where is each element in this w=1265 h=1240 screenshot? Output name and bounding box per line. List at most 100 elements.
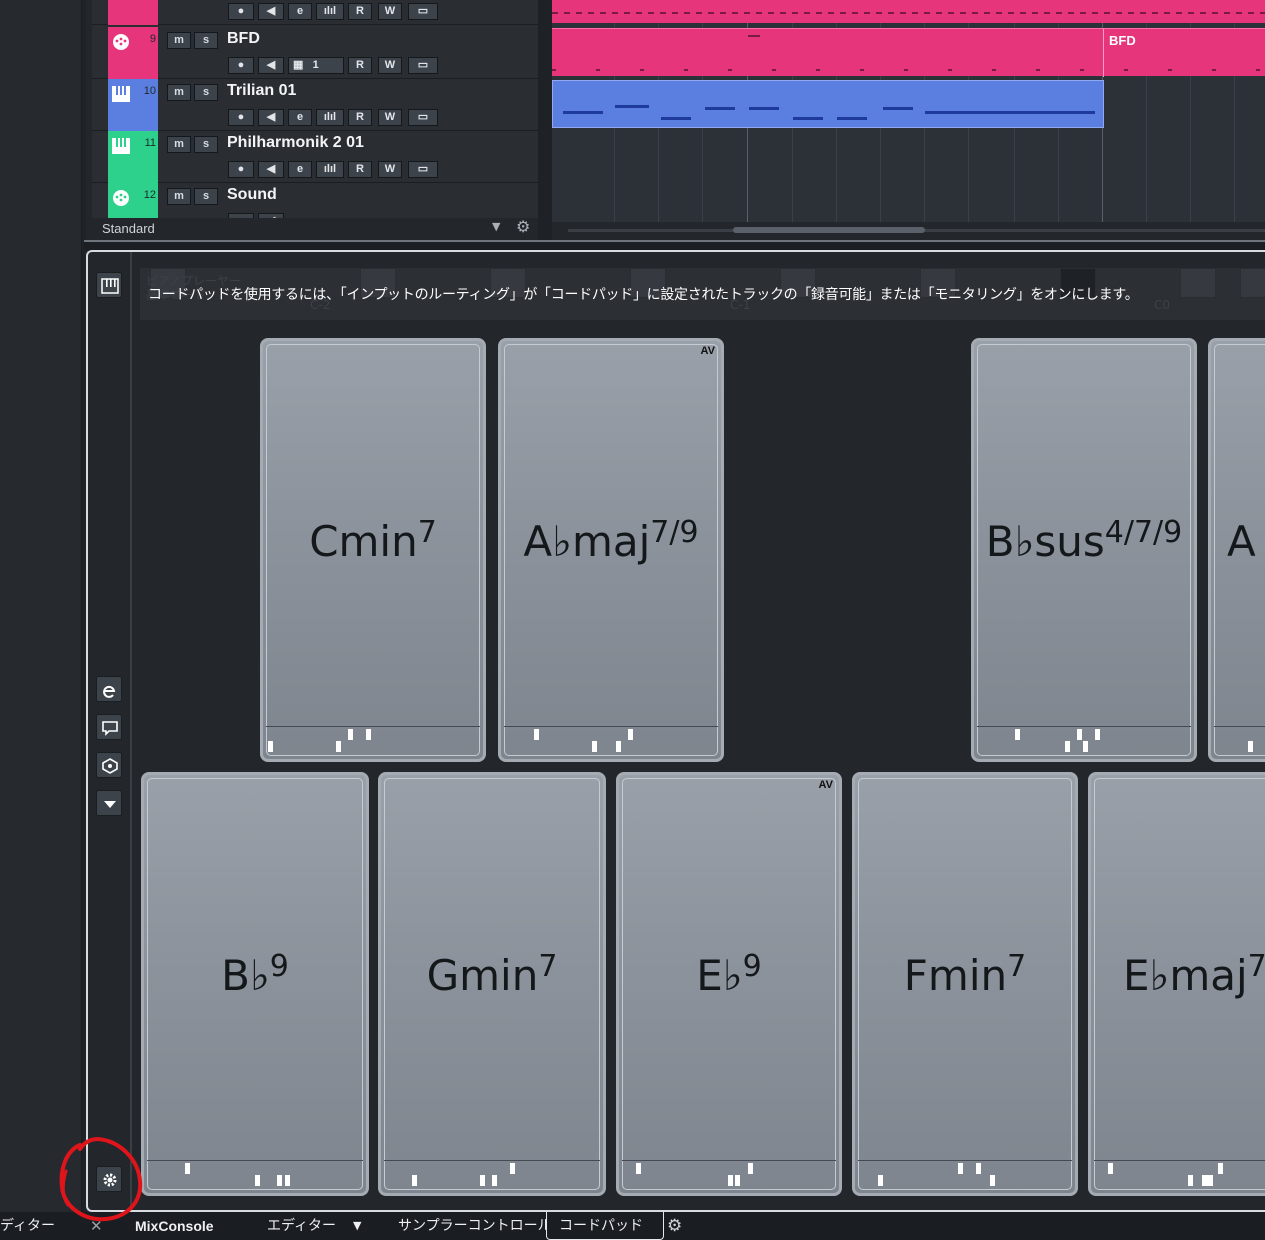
midi-part[interactable] [552, 0, 1265, 23]
drum-map-selector[interactable]: ▦ 1 [288, 57, 344, 74]
solo-button[interactable]: s [194, 84, 218, 101]
lanes-icon[interactable]: ▭ [408, 161, 438, 178]
lanes-icon[interactable]: ▭ [408, 57, 438, 74]
voicing-note [1095, 729, 1100, 740]
arrange-area[interactable]: BFD [552, 0, 1265, 222]
midi-part-trilian[interactable] [552, 80, 1104, 128]
track-row-12[interactable]: 12 m s Sound ● ◀ [92, 183, 538, 220]
track-row-10[interactable]: 10 m s Trilian 01 ● ◀ e ılıl R W ▭ [92, 79, 538, 131]
tracklist-footer: Standard ▼ ⚙ [92, 217, 538, 240]
part-event [661, 117, 691, 120]
lanes-icon[interactable]: ▭ [408, 109, 438, 126]
chord-pads-toolbar [88, 252, 132, 1210]
read-button[interactable]: R [348, 57, 372, 74]
solo-button[interactable]: s [194, 32, 218, 49]
comment-button[interactable] [96, 714, 122, 740]
mute-button[interactable]: m [167, 84, 191, 101]
voicing-note [1108, 1163, 1113, 1174]
instrument-icon[interactable]: ılıl [316, 161, 344, 178]
track-preset-label[interactable]: Standard [102, 221, 155, 236]
track-row-11[interactable]: 11 m s Philharmonik 2 01 ● ◀ e ılıl R W … [92, 131, 538, 183]
voicing-note [628, 729, 633, 740]
lower-zone-chord-pads: ピアノプレーヤー 基本コード C-2 C-1 C0 コードパッドを使用するには、… [86, 250, 1265, 1212]
tab-mixconsole[interactable]: MixConsole [135, 1212, 214, 1240]
part-event [793, 117, 823, 120]
monitor-button[interactable]: ◀ [258, 3, 284, 20]
voicing-note [958, 1163, 963, 1174]
chord-pad[interactable]: Fmin7 [852, 772, 1078, 1196]
instrument-icon[interactable]: ılıl [316, 109, 344, 126]
voicing-note [728, 1175, 733, 1186]
chevron-down-icon[interactable]: ▼ [492, 220, 500, 233]
solo-button[interactable]: s [194, 188, 218, 205]
scrollbar-thumb[interactable] [733, 227, 925, 233]
chord-pad[interactable]: B♭sus4/7/9 [971, 338, 1197, 762]
keyboard-icon [112, 138, 130, 154]
chord-pad[interactable]: B♭9 [141, 772, 369, 1196]
track-name[interactable]: BFD [227, 30, 260, 48]
record-enable-button[interactable]: ● [228, 109, 254, 126]
chord-pad[interactable]: A [1208, 338, 1265, 762]
write-button[interactable]: W [378, 3, 402, 20]
tab-editor[interactable]: エディター [267, 1212, 336, 1240]
lanes-icon[interactable]: ▭ [408, 3, 438, 20]
zone-divider[interactable] [84, 240, 1265, 250]
record-enable-button[interactable]: ● [228, 161, 254, 178]
chord-pads-settings-button[interactable] [96, 1166, 122, 1192]
write-button[interactable]: W [378, 57, 402, 74]
key-slot [1240, 268, 1265, 298]
mute-button[interactable]: m [167, 188, 191, 205]
read-button[interactable]: R [348, 3, 372, 20]
pad-voicing [266, 726, 480, 756]
edit-instrument-icon[interactable]: e [288, 161, 312, 178]
edit-instrument-icon[interactable]: e [288, 109, 312, 126]
tab-chord-pads[interactable]: コードパッド [546, 1212, 664, 1240]
keyboard-view-button[interactable] [96, 272, 122, 298]
gear-icon[interactable]: ⚙ [516, 217, 530, 236]
monitor-button[interactable]: ◀ [258, 57, 284, 74]
record-enable-button[interactable]: ● [228, 3, 254, 20]
adaptive-voicing-badge: AV [700, 345, 715, 357]
key-slot [1180, 268, 1216, 298]
left-inspector-edge [0, 0, 82, 1212]
edit-instrument-icon[interactable]: e [288, 3, 312, 20]
track-number: 9 [149, 33, 156, 45]
instrument-icon[interactable]: ılıl [316, 3, 344, 20]
part-events [552, 69, 1265, 71]
more-options-button[interactable] [96, 790, 122, 816]
horizontal-scrollbar[interactable] [568, 227, 1265, 233]
track-name[interactable]: Philharmonik 2 01 [227, 134, 364, 152]
tab-editor-partial[interactable]: ディター [0, 1212, 55, 1240]
tab-sampler-control[interactable]: サンプラーコントロール [398, 1212, 552, 1240]
track-row[interactable]: ● ◀ e ılıl R W ▭ [92, 0, 538, 25]
gear-icon[interactable]: ⚙ [667, 1212, 682, 1240]
cubase-window: ● ◀ e ılıl R W ▭ 9 m s BFD ● ◀ ▦ 1 R W ▭… [0, 0, 1265, 1240]
track-controls: ● ◀ e ılıl R W ▭ [228, 3, 440, 20]
pane-splitter[interactable] [538, 0, 552, 240]
players-button[interactable] [96, 752, 122, 778]
monitor-button[interactable]: ◀ [258, 161, 284, 178]
chevron-down-icon[interactable]: ▼ [353, 1212, 361, 1240]
midi-part-bfd[interactable]: BFD [552, 28, 1265, 77]
track-row-9[interactable]: 9 m s BFD ● ◀ ▦ 1 R W ▭ [92, 27, 538, 79]
solo-button[interactable]: s [194, 136, 218, 153]
track-name[interactable]: Sound [227, 186, 277, 204]
edit-button[interactable] [96, 676, 122, 702]
monitor-button[interactable]: ◀ [258, 109, 284, 126]
piano-icon [101, 278, 119, 294]
chord-pad[interactable]: Gmin7 [378, 772, 606, 1196]
chord-pad[interactable]: AV E♭9 [616, 772, 842, 1196]
mute-button[interactable]: m [167, 136, 191, 153]
chord-pad[interactable]: E♭maj7/9 [1088, 772, 1265, 1196]
write-button[interactable]: W [378, 161, 402, 178]
read-button[interactable]: R [348, 161, 372, 178]
read-button[interactable]: R [348, 109, 372, 126]
track-number: 11 [144, 137, 156, 149]
record-enable-button[interactable]: ● [228, 57, 254, 74]
chord-pad[interactable]: Cmin7 [260, 338, 486, 762]
mute-button[interactable]: m [167, 32, 191, 49]
track-name[interactable]: Trilian 01 [227, 82, 296, 100]
chord-pad[interactable]: AV A♭maj7/9 [498, 338, 724, 762]
write-button[interactable]: W [378, 109, 402, 126]
close-icon[interactable]: ✕ [90, 1212, 103, 1240]
